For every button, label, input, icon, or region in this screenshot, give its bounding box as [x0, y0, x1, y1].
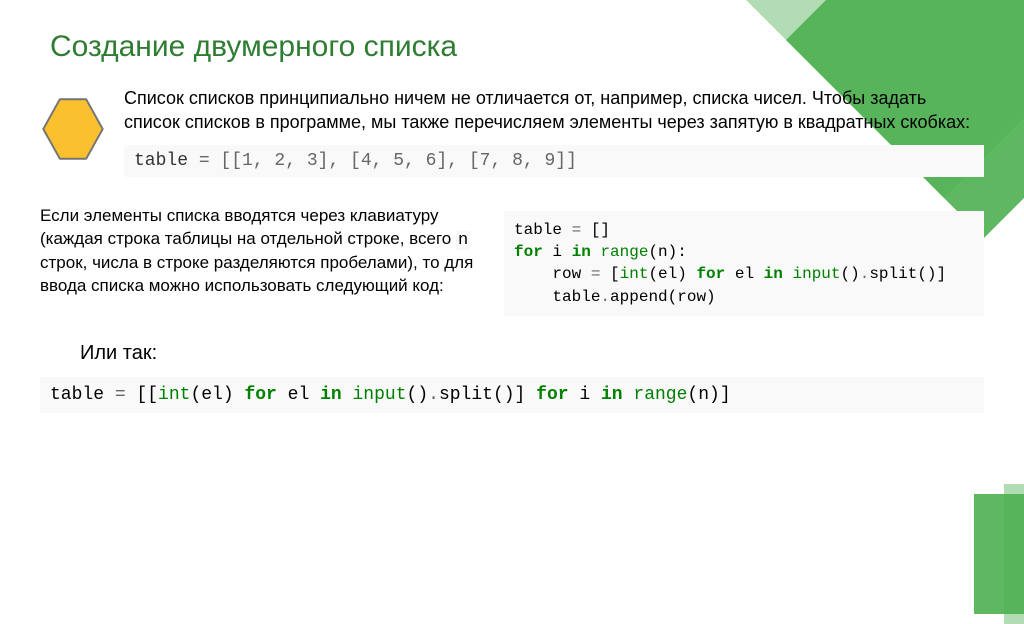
para2-n: n	[456, 231, 470, 250]
para2-b: строк, числа в строке разделяются пробел…	[40, 253, 473, 295]
code1-eq: =	[199, 151, 221, 171]
intro-paragraph: Список списков принципиально ничем не от…	[124, 86, 984, 135]
code1-lhs: table	[134, 151, 199, 171]
code-block-3: table = [[int(el) for el in input().spli…	[40, 377, 984, 413]
code-block-2: table = [] for i in range(n): row = [int…	[504, 211, 984, 317]
para2-a: Если элементы списка вводятся через клав…	[40, 206, 456, 248]
input-paragraph: Если элементы списка вводятся через клав…	[40, 205, 480, 299]
input-row: Если элементы списка вводятся через клав…	[40, 205, 984, 317]
code-block-1: table = [[1, 2, 3], [4, 5, 6], [7, 8, 9]…	[124, 145, 984, 177]
code1-rhs: [[1, 2, 3], [4, 5, 6], [7, 8, 9]]	[220, 151, 576, 171]
slide-title: Создание двумерного списка	[50, 30, 984, 64]
or-label: Или так:	[80, 342, 984, 365]
hexagon-icon	[40, 96, 106, 162]
slide: Создание двумерного списка Список списко…	[0, 0, 1024, 574]
intro-text-col: Список списков принципиально ничем не от…	[124, 86, 984, 177]
intro-row: Список списков принципиально ничем не от…	[40, 86, 984, 177]
